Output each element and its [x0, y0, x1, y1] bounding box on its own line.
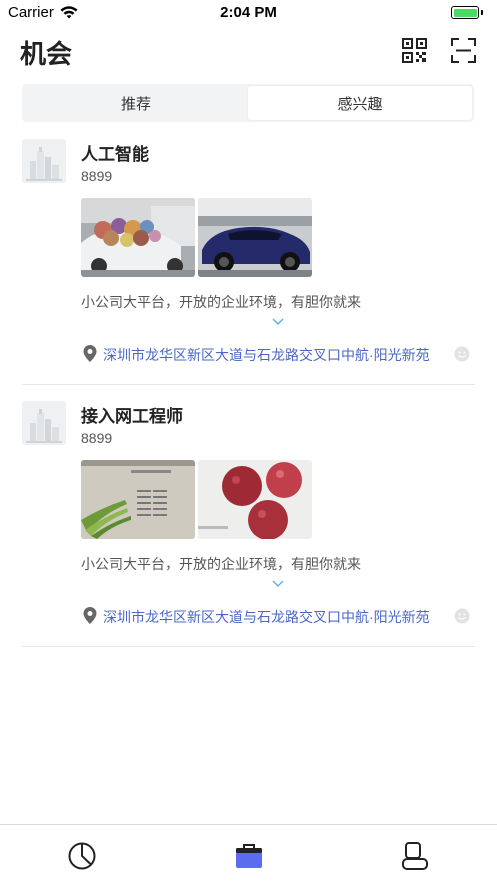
photo-grid: [81, 460, 312, 539]
segmented-tabs: 推荐 感兴趣: [22, 84, 474, 122]
pie-chart-icon[interactable]: [67, 841, 97, 871]
scan-icon[interactable]: [451, 38, 476, 63]
post-address[interactable]: 深圳市龙华区新区大道与石龙路交叉口中航·阳光新苑: [103, 607, 430, 627]
chevron-down-icon[interactable]: [272, 580, 284, 588]
battery-fill: [453, 8, 477, 17]
post-address[interactable]: 深圳市龙华区新区大道与石龙路交叉口中航·阳光新苑: [103, 345, 430, 365]
photo-grid: [81, 198, 312, 277]
battery-icon: [451, 6, 479, 19]
location-pin-icon: [83, 345, 97, 362]
document-with-scallions-photo[interactable]: [81, 460, 195, 539]
lychee-photo[interactable]: [198, 460, 312, 539]
clock: 2:04 PM: [220, 4, 277, 21]
avatar: [22, 139, 66, 183]
post-number: 8899: [81, 168, 113, 184]
post-description: 小公司大平台，开放的企业环境，有胆你就来: [81, 294, 361, 310]
post-number: 8899: [81, 430, 113, 446]
post-card[interactable]: 接入网工程师 8899 小公司大平台，开放的企业环境，有胆你就来 深圳市龙华区新…: [22, 401, 475, 647]
car-with-toys-photo[interactable]: [81, 198, 195, 277]
briefcase-icon[interactable]: [234, 841, 264, 871]
status-bar: Carrier 2:04 PM: [0, 0, 497, 26]
tab-recommended[interactable]: 推荐: [24, 86, 248, 120]
post-title: 人工智能: [81, 145, 149, 164]
profile-icon[interactable]: [400, 841, 430, 871]
location-pin-icon: [83, 607, 97, 624]
cosmetics-image: [22, 139, 66, 183]
cosmetics-image: [22, 401, 66, 445]
tab-bar: [0, 824, 497, 883]
page-title: 机会: [20, 39, 73, 69]
smile-icon[interactable]: [454, 346, 470, 362]
smile-icon[interactable]: [454, 608, 470, 624]
battery-cap: [480, 10, 483, 15]
post-title: 接入网工程师: [81, 407, 183, 426]
post-card[interactable]: 人工智能 8899 小公司大平台，开放的企业环境，有胆你就来 深圳市龙华区新区大…: [22, 139, 475, 385]
chevron-down-icon[interactable]: [272, 318, 284, 326]
post-description: 小公司大平台，开放的企业环境，有胆你就来: [81, 556, 361, 572]
blue-car-photo[interactable]: [198, 198, 312, 277]
qr-code-icon[interactable]: [402, 38, 427, 63]
avatar: [22, 401, 66, 445]
tab-interested[interactable]: 感兴趣: [248, 86, 472, 120]
